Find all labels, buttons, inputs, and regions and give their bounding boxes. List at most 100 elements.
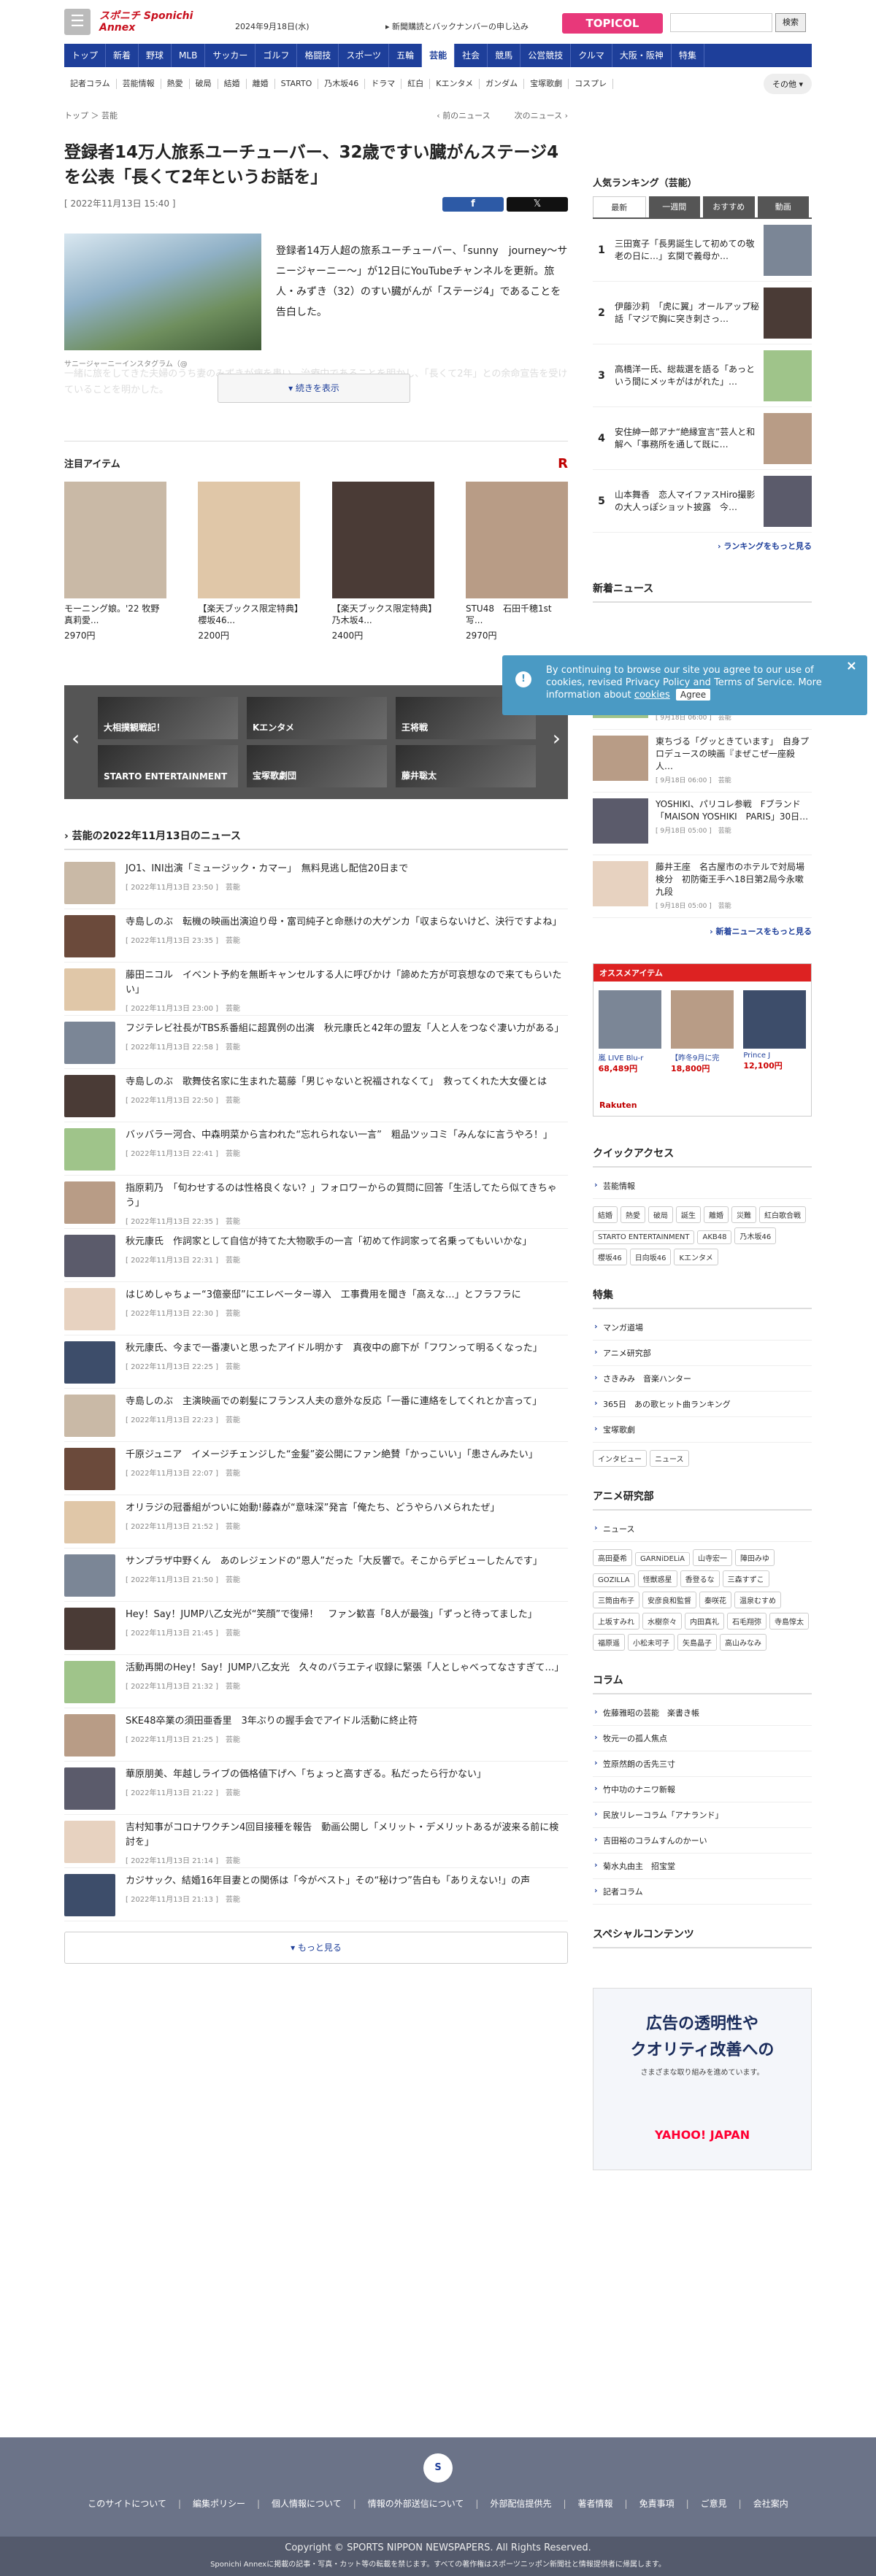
news-item[interactable]: Hey！Say！JUMP八乙女光が“笑顔”で復帰！ ファン歓喜「8人が最強」「ず… bbox=[64, 1602, 568, 1655]
quick-tag[interactable]: STARTO ENTERTAINMENT bbox=[593, 1230, 695, 1244]
sub-nav-item[interactable]: 紅白 bbox=[402, 79, 431, 89]
footer-link[interactable]: 編集ポリシー bbox=[193, 2499, 245, 2509]
news-item[interactable]: 秋元康氏、今まで一番凄いと思ったアイドル明かす 真夜中の廊下が「フワンって明るく… bbox=[64, 1335, 568, 1389]
featured-item[interactable]: 【楽天ブックス限定特典】櫻坂46... 2200円 bbox=[198, 482, 301, 641]
footer-link[interactable]: 会社案内 bbox=[753, 2499, 788, 2509]
footer-link[interactable]: 外部配信提供先 bbox=[490, 2499, 551, 2509]
prev-news-link[interactable]: ‹ 前のニュース bbox=[437, 111, 490, 120]
anime-tag[interactable]: 陣田みゆ bbox=[735, 1549, 775, 1566]
quick-tag[interactable]: 熱愛 bbox=[620, 1206, 645, 1223]
news-item[interactable]: 秋元康氏 作詞家として自信が持てた大物歌手の一言「初めて作詞家って名乗ってもいい… bbox=[64, 1229, 568, 1282]
nav-item[interactable]: スポーツ bbox=[339, 44, 390, 67]
nav-item[interactable]: 社会 bbox=[455, 44, 488, 67]
special-link[interactable]: 365日 あの歌ヒット曲ランキング bbox=[593, 1392, 812, 1417]
quick-link[interactable]: 芸能情報 bbox=[593, 1173, 812, 1199]
anime-tag[interactable]: 小松未可子 bbox=[628, 1634, 675, 1651]
latest-more-link[interactable]: › 新着ニュースをもっと見る bbox=[593, 925, 812, 937]
footer-link[interactable]: 個人情報について bbox=[272, 2499, 342, 2509]
news-item[interactable]: 寺島しのぶ 転機の映画出演迫り母・富司純子と命懸けの大ゲンカ「収まらないけど、決… bbox=[64, 909, 568, 963]
carousel-tile[interactable]: Kエンタメ bbox=[247, 697, 387, 739]
footer-link[interactable]: このサイトについて bbox=[88, 2499, 166, 2509]
sub-nav-item[interactable]: 離婚 bbox=[247, 79, 275, 89]
news-item[interactable]: はじめしゃちょー“3億豪邸”にエレベーター導入 工事費用を聞き「高えな…」とフラ… bbox=[64, 1282, 568, 1335]
news-item[interactable]: 吉村知事がコロナワクチン4回目接種を報告 動画公開し「メリット・デメリットあるが… bbox=[64, 1815, 568, 1868]
anime-tag[interactable]: 三筒由布子 bbox=[593, 1592, 639, 1608]
latest-item[interactable]: YOSHIKI、パリコレ参戦 Fブランド「MAISON YOSHIKI PARI… bbox=[593, 793, 812, 855]
nav-item[interactable]: MLB bbox=[172, 44, 206, 67]
recommend-item[interactable]: 【昨冬9月に完 18,800円 bbox=[670, 990, 734, 1074]
anime-tag[interactable]: 寺島惇太 bbox=[769, 1613, 809, 1630]
anime-tag[interactable]: 香登るな bbox=[680, 1570, 720, 1587]
news-item[interactable]: 寺島しのぶ 主演映画での剃髪にフランス人夫の意外な反応「一番に連絡をしてくれとか… bbox=[64, 1389, 568, 1442]
nav-item[interactable]: 大阪・阪神 bbox=[612, 44, 672, 67]
special-link[interactable]: 宝塚歌劇 bbox=[593, 1417, 812, 1443]
special-tag[interactable]: ニュース bbox=[650, 1450, 689, 1467]
quick-tag[interactable]: 結婚 bbox=[593, 1206, 618, 1223]
quick-tag[interactable]: Kエンタメ bbox=[674, 1249, 718, 1265]
carousel-tile[interactable]: 藤井聡太 bbox=[396, 745, 536, 787]
anime-tag[interactable]: 山寺宏一 bbox=[693, 1549, 733, 1566]
more-news-button[interactable]: ▾ もっと見る bbox=[64, 1932, 568, 1964]
breadcrumb-top[interactable]: トップ bbox=[64, 111, 88, 120]
featured-item[interactable]: モーニング娘。'22 牧野真莉愛... 2970円 bbox=[64, 482, 166, 641]
footer-link[interactable]: 免責事項 bbox=[639, 2499, 675, 2509]
nav-item[interactable]: 格闘技 bbox=[297, 44, 339, 67]
nav-item[interactable]: 五輪 bbox=[389, 44, 423, 67]
nav-item[interactable]: 特集 bbox=[672, 44, 704, 67]
anime-tag[interactable]: 水樹奈々 bbox=[642, 1613, 682, 1630]
news-item[interactable]: 千原ジュニア イメージチェンジした“金髪”姿公開にファン絶賛「かっこいい」「患さ… bbox=[64, 1442, 568, 1495]
quick-tag[interactable]: 誕生 bbox=[676, 1206, 701, 1223]
carousel-tile[interactable]: STARTO ENTERTAINMENT bbox=[98, 745, 238, 787]
featured-item[interactable]: STU48 石田千穂1st写... 2970円 bbox=[465, 482, 568, 641]
news-item[interactable]: 藤田ニコル イベント予約を無断キャンセルする人に呼びかけ「諦めた方が可哀想なので… bbox=[64, 963, 568, 1016]
nav-item[interactable]: 競馬 bbox=[488, 44, 521, 67]
column-link[interactable]: 竹中功のナニワ新報 bbox=[593, 1777, 812, 1802]
sub-nav-item[interactable]: STARTO bbox=[275, 79, 319, 89]
nav-item[interactable]: トップ bbox=[64, 44, 107, 67]
close-icon[interactable]: × bbox=[846, 660, 857, 673]
column-link[interactable]: 吉田裕のコラムすんのかーい bbox=[593, 1828, 812, 1854]
ranking-item[interactable]: 4 安住紳一郎アナ“絶縁宣言”芸人と和解へ「事務所を通して既に… bbox=[593, 407, 812, 470]
sub-nav-item[interactable]: 宝塚歌劇 bbox=[524, 79, 569, 89]
special-link[interactable]: さきみみ 音楽ハンター bbox=[593, 1366, 812, 1392]
sub-nav-more[interactable]: その他 ▾ bbox=[763, 74, 812, 94]
ranking-item[interactable]: 3 高橋洋一氏、総裁選を語る「あっという間にメッキがはがれた」… bbox=[593, 344, 812, 407]
news-item[interactable]: 寺島しのぶ 歌舞伎名家に生まれた葛藤「男じゃないと祝福されなくて」 救ってくれた… bbox=[64, 1069, 568, 1122]
nav-item[interactable]: 野球 bbox=[139, 44, 172, 67]
sub-nav-item[interactable]: 乃木坂46 bbox=[318, 79, 366, 89]
ranking-more-link[interactable]: › ランキングをもっと見る bbox=[593, 540, 812, 552]
sub-nav-item[interactable]: 破局 bbox=[190, 79, 218, 89]
anime-tag[interactable]: 矢島晶子 bbox=[677, 1634, 717, 1651]
column-link[interactable]: 笠原然朗の舌先三寸 bbox=[593, 1751, 812, 1777]
news-item[interactable]: オリラジの冠番組がついに始動!藤森が“意味深”発言「俺たち、どうやらハメられたぜ… bbox=[64, 1495, 568, 1549]
sub-nav-item[interactable]: ガンダム bbox=[480, 79, 525, 89]
ranking-tab[interactable]: おすすめ bbox=[703, 196, 755, 217]
read-more-button[interactable]: ▾ 続きを表示 bbox=[218, 374, 410, 403]
anime-tag[interactable]: 福原遥 bbox=[593, 1634, 625, 1651]
nav-item[interactable]: ゴルフ bbox=[256, 44, 298, 67]
anime-tag[interactable]: 高田憂希 bbox=[593, 1549, 632, 1566]
sub-nav-item[interactable]: ドラマ bbox=[365, 79, 402, 89]
latest-item[interactable]: 東ちづる「グッときています」 自身プロデュースの映画『まぜこぜ一座殺人… [ 9月… bbox=[593, 730, 812, 793]
site-logo[interactable]: スポニチ Sponichi Annex bbox=[99, 10, 223, 34]
quick-tag[interactable]: 離婚 bbox=[704, 1206, 729, 1223]
nav-item[interactable]: サッカー bbox=[205, 44, 256, 67]
anime-tag[interactable]: 秦咲花 bbox=[699, 1592, 731, 1608]
carousel-next-icon[interactable]: › bbox=[553, 726, 561, 750]
sub-nav-item[interactable]: 芸能情報 bbox=[117, 79, 161, 89]
anime-tag[interactable]: 石毛翔弥 bbox=[727, 1613, 766, 1630]
sub-nav-item[interactable]: Kエンタメ bbox=[430, 79, 480, 89]
news-item[interactable]: カジサック、結婚16年目妻との関係は「今がベスト」その“秘けつ”告白も「ありえな… bbox=[64, 1868, 568, 1921]
nav-item[interactable]: 公営競技 bbox=[520, 44, 572, 67]
news-item[interactable]: フジテレビ社長がTBS系番組に超異例の出演 秋元康氏と42年の盟友「人と人をつな… bbox=[64, 1016, 568, 1069]
anime-tag[interactable]: 三森すずこ bbox=[722, 1570, 769, 1587]
news-item[interactable]: SKE48卒業の須田亜香里 3年ぶりの握手会でアイドル活動に終止符 [ 2022年… bbox=[64, 1708, 568, 1762]
anime-tag[interactable]: 内田真礼 bbox=[685, 1613, 724, 1630]
special-link[interactable]: アニメ研究部 bbox=[593, 1341, 812, 1366]
column-link[interactable]: 菊水丸由主 招宝堂 bbox=[593, 1854, 812, 1879]
anime-tag[interactable]: 温泉むすめ bbox=[734, 1592, 781, 1608]
anime-tag[interactable]: 安彦良和監督 bbox=[642, 1592, 696, 1608]
quick-tag[interactable]: 紅白歌合戦 bbox=[759, 1206, 806, 1223]
ranking-tab[interactable]: 最新 bbox=[593, 196, 646, 217]
column-link[interactable]: 民放リレーコラム「アナランド」 bbox=[593, 1802, 812, 1828]
